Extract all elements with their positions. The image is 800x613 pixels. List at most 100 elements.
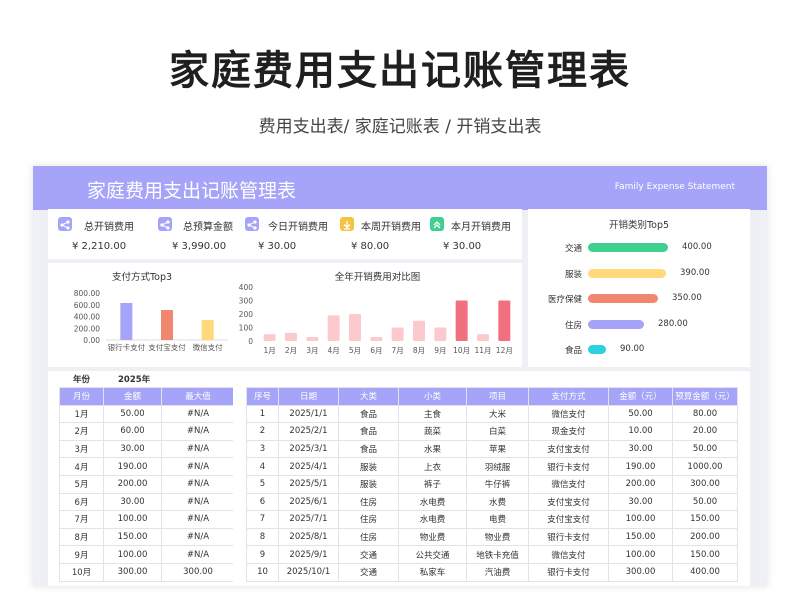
y-tick-label: 400 [239,283,254,292]
payment-bar [120,302,133,340]
detail-table-cell: 公共交通 [398,545,467,564]
detail-table-row: 6 2025/6/1 住房 水电费 水费 支付宝支付 30.00 50.00 [246,492,738,512]
month-table-cell: 300.00 [103,562,162,582]
month-table-header-cell: 金额 [103,387,162,406]
payment-bar [161,310,173,340]
y-tick-label: 400.00 [74,313,100,322]
kpi-card-totals: 总开销费用 总预算金额 ¥ 2,210.00 ¥ 3,990.00 [48,209,236,259]
detail-table-cell: 8 [246,527,279,547]
detail-table-cell: 200.00 [672,527,738,547]
detail-table-cell: 9 [246,545,279,564]
x-tick-label: 5月 [349,346,361,355]
monthly-expense-bar [370,336,383,341]
top5-value: 400.00 [682,242,712,252]
month-table-row: 6月 30.00 #N/A [59,492,235,512]
detail-table-cell: 支付宝支付 [528,492,609,512]
detail-table-cell: 1 [246,404,279,424]
y-tick-label: 0 [248,337,253,346]
detail-table-cell: 牛仔裤 [466,474,529,494]
detail-table-cell: 10 [246,562,279,582]
monthly-expense-bar [349,314,361,341]
month-table-row: 2月 60.00 #N/A [59,422,235,441]
y-tick-label: 200.00 [74,324,100,333]
month-table-cell: 200.00 [103,474,162,494]
detail-table-cell: 5 [246,474,279,494]
x-tick-label: 6月 [370,346,382,355]
sheet-banner: 家庭费用支出记账管理表 Family Expense Statement [33,166,767,210]
month-table-row: 1月 50.00 #N/A [59,404,235,424]
monthly-expense-bar [327,315,340,341]
month-table-cell: 60.00 [103,422,162,441]
detail-table-cell: 20.00 [672,422,738,441]
kpi-card-periods: 今日开销费用 本周开销费用 本月开销费用 ¥ 30.00 ¥ 80.00 ¥ 3… [233,209,522,259]
month-table-row: 5月 200.00 #N/A [59,474,235,494]
detail-table-cell: 2025/7/1 [278,510,339,529]
detail-table-row: 1 2025/1/1 食品 主食 大米 微信支付 50.00 80.00 [246,404,738,424]
detail-table-header-cell: 金额（元） [608,387,673,406]
detail-table-cell: 100.00 [608,510,673,529]
detail-table-cell: 羽绒服 [466,457,529,476]
detail-table-header-cell: 项目 [466,387,529,406]
month-table-row: 4月 190.00 #N/A [59,457,235,476]
x-tick-label: 7月 [392,346,404,355]
detail-table-cell: 50.00 [672,492,738,512]
detail-table-cell: 苹果 [466,439,529,459]
expense-sheet: 家庭费用支出记账管理表 Family Expense Statement 总开销… [33,166,767,586]
payment-bar [201,320,214,340]
detail-table-cell: 电费 [466,510,529,529]
detail-table-header-cell: 小类 [398,387,467,406]
month-table-cell: #N/A [161,492,235,512]
detail-table-header-cell: 支付方式 [528,387,609,406]
monthly-expense-bar [306,336,319,341]
detail-table-cell: 现金支付 [528,422,609,441]
detail-table-row: 3 2025/3/1 食品 水果 苹果 支付宝支付 30.00 50.00 [246,439,738,459]
detail-table-cell: 150.00 [672,545,738,564]
detail-table-cell: 300.00 [608,562,673,582]
detail-table-cell: 住房 [338,492,399,512]
top5-value: 390.00 [680,267,710,278]
total-expense-value: ¥ 2,210.00 [72,241,127,252]
page-subtitle: 费用支出表/ 家庭记账表 / 开销支出表 [258,117,542,137]
x-tick-label: 8月 [413,346,425,355]
month-table-row: 8月 150.00 #N/A [59,527,235,547]
month-table-row: 3月 30.00 #N/A [59,439,235,459]
y-tick-label: 300 [239,297,254,306]
detail-table-cell: 银行卡支付 [528,562,609,582]
year-label: 年份 [73,375,91,385]
monthly-expense-bar [498,300,511,341]
month-table-cell: 50.00 [103,404,162,424]
month-table-cell: 9月 [59,545,104,564]
detail-table-cell: 50.00 [672,439,738,459]
detail-table-cell: 蔬菜 [398,422,467,441]
top5-bar [588,243,668,252]
month-table-cell: 4月 [59,457,104,476]
monthly-expense-bar [413,320,425,341]
detail-table-cell: 住房 [338,510,399,529]
month-table-cell: #N/A [161,404,235,424]
x-tick-label: 2月 [285,346,297,355]
detail-table-cell: 裤子 [398,474,467,494]
month-table-cell: 150.00 [103,527,162,547]
month-table-cell: #N/A [161,510,235,529]
detail-table-header-cell: 预算金额（元） [672,387,738,406]
detail-table-cell: 30.00 [608,439,673,459]
monthly-expense-bar [455,300,468,341]
today-expense-value: ¥ 30.00 [258,241,297,252]
detail-table-cell: 服装 [338,474,399,494]
x-tick-label: 微信支付 [193,342,223,352]
x-tick-label: 10月 [453,346,470,355]
banner-title: 家庭费用支出记账管理表 [87,180,297,202]
month-table-cell: #N/A [161,474,235,494]
detail-table-cell: 6 [246,492,279,512]
x-tick-label: 4月 [328,346,340,355]
download-icon [340,217,354,231]
detail-table-cell: 上衣 [398,457,467,476]
detail-table-cell: 2025/5/1 [278,474,339,494]
detail-table-cell: 200.00 [608,474,673,494]
month-table-cell: #N/A [161,457,235,476]
detail-table-cell: 银行卡支付 [528,527,609,547]
detail-table-cell: 1000.00 [672,457,738,476]
detail-table-cell: 150.00 [672,510,738,529]
x-tick-label: 3月 [306,346,318,355]
detail-table-row: 10 2025/10/1 交通 私家车 汽油费 银行卡支付 300.00 400.00 [246,562,738,582]
